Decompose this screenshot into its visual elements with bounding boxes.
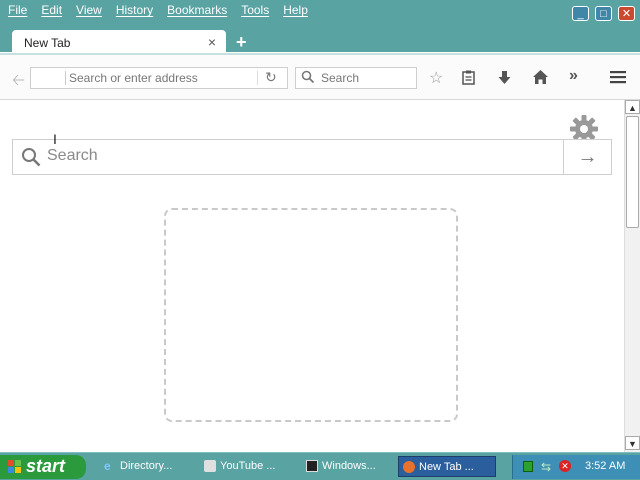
menu-bookmarks[interactable]: Bookmarks [165, 3, 229, 17]
taskbar-item-label: Windows... [322, 460, 376, 472]
firefox-icon [403, 461, 415, 473]
search-go-button[interactable]: → [563, 140, 611, 174]
newtab-search-field[interactable]: Search → [12, 139, 612, 175]
taskbar-item-windows[interactable]: Windows... [302, 456, 394, 477]
back-icon[interactable]: 🡠 [12, 69, 25, 96]
home-icon[interactable] [532, 69, 549, 85]
taskbar-item-youtube[interactable]: YouTube ... [200, 456, 292, 477]
search-bar[interactable]: Search [295, 67, 417, 89]
taskbar-item-directory[interactable]: e Directory... [100, 456, 192, 477]
overflow-chevron-icon[interactable]: » [569, 67, 578, 85]
newtab-search-placeholder: Search [47, 147, 98, 164]
download-icon[interactable] [497, 70, 512, 85]
taskbar-item-new-tab[interactable]: New Tab ... [398, 456, 496, 477]
bookmark-star-icon[interactable]: ☆ [429, 68, 443, 88]
taskbar-item-label: Directory... [120, 460, 173, 472]
new-tab-button[interactable]: + [236, 33, 247, 51]
menu-bar: File Edit View History Bookmarks Tools H… [6, 3, 320, 17]
taskbar: start e Directory... YouTube ... Windows… [0, 452, 640, 480]
menu-file[interactable]: File [6, 3, 29, 17]
app-icon [204, 460, 216, 472]
menu-view[interactable]: View [74, 3, 104, 17]
start-button[interactable]: start [0, 455, 86, 479]
clock[interactable]: 3:52 AM [585, 460, 625, 472]
minimize-button[interactable]: _ [572, 6, 589, 21]
windows-logo-icon [8, 460, 21, 473]
system-tray: ⇆ ✕ 3:52 AM [512, 455, 640, 479]
scroll-up-icon[interactable]: ▲ [625, 100, 640, 114]
maximize-button[interactable]: □ [595, 6, 612, 21]
menu-help[interactable]: Help [281, 3, 310, 17]
menu-edit[interactable]: Edit [39, 3, 64, 17]
start-label: start [26, 456, 66, 476]
title-bar: File Edit View History Bookmarks Tools H… [0, 0, 640, 54]
search-placeholder: Search [321, 71, 360, 85]
scroll-down-icon[interactable]: ▼ [625, 436, 640, 450]
empty-tile-placeholder [164, 208, 458, 422]
menu-tools[interactable]: Tools [239, 3, 271, 17]
address-bar[interactable]: Search or enter address ↻ [30, 67, 288, 89]
tab-new-tab[interactable]: New Tab × [12, 30, 226, 54]
command-window-icon [306, 460, 318, 472]
reload-icon[interactable]: ↻ [265, 69, 277, 86]
hamburger-menu-icon[interactable] [610, 70, 626, 84]
reading-list-icon[interactable] [461, 70, 476, 85]
tab-label: New Tab [24, 36, 71, 50]
text-cursor-icon: I [53, 131, 57, 147]
taskbar-item-label: New Tab ... [419, 461, 474, 473]
search-icon [301, 70, 315, 84]
address-placeholder: Search or enter address [69, 71, 198, 85]
tab-close-icon[interactable]: × [208, 34, 216, 50]
spreadsheet-icon[interactable] [523, 461, 533, 472]
identity-divider [65, 71, 66, 85]
scroll-thumb[interactable] [626, 116, 639, 228]
reload-divider [257, 71, 258, 85]
taskbar-item-label: YouTube ... [220, 460, 276, 472]
menu-history[interactable]: History [114, 3, 155, 17]
ie-icon: e [104, 459, 111, 473]
security-shield-icon[interactable]: ✕ [559, 460, 571, 472]
network-icon[interactable]: ⇆ [541, 460, 551, 474]
vertical-scrollbar[interactable]: ▲ ▼ [624, 100, 640, 452]
nav-toolbar: 🡠 Search or enter address ↻ Search ☆ » [0, 55, 640, 100]
close-window-button[interactable]: ✕ [618, 6, 635, 21]
search-icon [22, 148, 41, 167]
